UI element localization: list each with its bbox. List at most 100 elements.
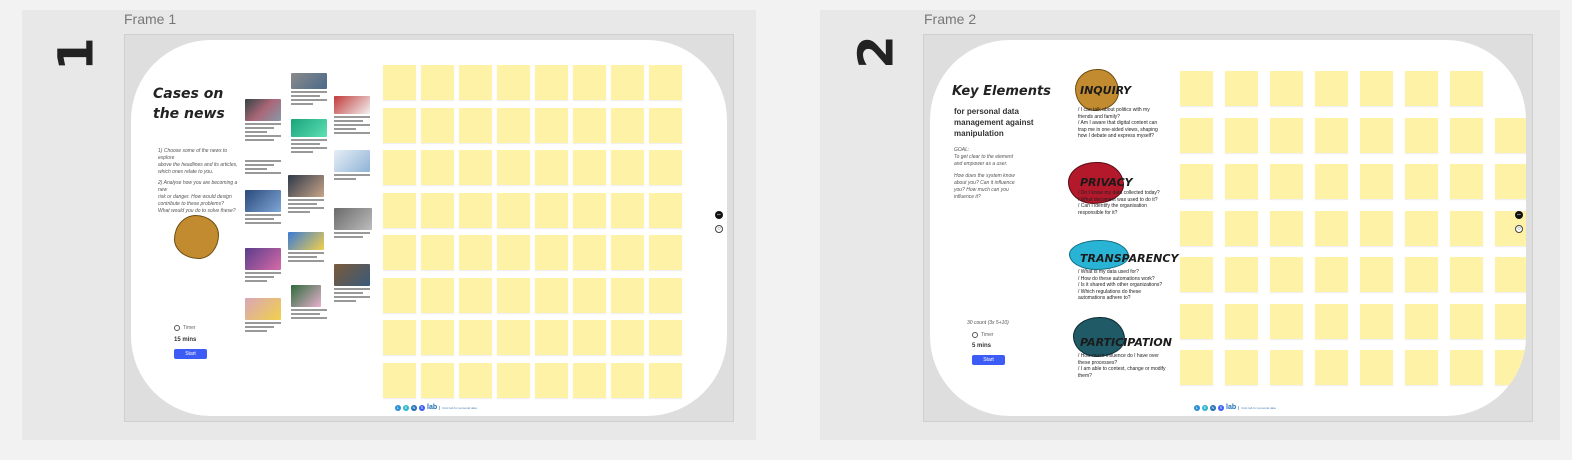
news-card[interactable] xyxy=(288,232,324,262)
sticky-note[interactable] xyxy=(1360,257,1393,292)
sticky-note[interactable] xyxy=(1405,117,1438,153)
sticky-note[interactable] xyxy=(1225,257,1258,292)
sticky-note[interactable] xyxy=(1270,210,1303,246)
sticky-note[interactable] xyxy=(1180,350,1213,385)
sticky-note[interactable] xyxy=(1360,117,1393,153)
sticky-note[interactable] xyxy=(649,277,682,313)
sticky-note[interactable] xyxy=(1315,117,1348,153)
sticky-note[interactable] xyxy=(1495,303,1526,339)
sticky-note[interactable] xyxy=(1225,350,1258,385)
sticky-note[interactable] xyxy=(1180,210,1213,246)
sticky-note[interactable] xyxy=(1405,350,1438,385)
sticky-note[interactable] xyxy=(649,320,682,355)
sticky-note[interactable] xyxy=(1270,257,1303,292)
sticky-note[interactable] xyxy=(573,65,606,100)
news-card[interactable] xyxy=(245,158,281,174)
sticky-note[interactable] xyxy=(1315,350,1348,385)
sticky-note[interactable] xyxy=(573,107,606,143)
sticky-note[interactable] xyxy=(1360,71,1393,106)
sticky-note[interactable] xyxy=(1225,117,1258,153)
sticky-note[interactable] xyxy=(535,192,568,228)
sticky-note[interactable] xyxy=(383,277,416,313)
settings-icon[interactable]: ○ xyxy=(1515,225,1523,233)
sticky-note[interactable] xyxy=(1225,71,1258,106)
sticky-note[interactable] xyxy=(611,150,644,185)
news-card[interactable] xyxy=(245,298,281,332)
sticky-note[interactable] xyxy=(535,362,568,398)
frame-2-label[interactable]: Frame 2 xyxy=(924,11,976,27)
sticky-note[interactable] xyxy=(497,65,530,100)
sticky-note[interactable] xyxy=(383,107,416,143)
sticky-note[interactable] xyxy=(573,192,606,228)
sticky-note[interactable] xyxy=(611,277,644,313)
sticky-note[interactable] xyxy=(459,150,492,185)
sticky-note[interactable] xyxy=(497,150,530,185)
start-button[interactable]: Start xyxy=(174,349,207,359)
sticky-note[interactable] xyxy=(573,320,606,355)
news-card[interactable] xyxy=(334,96,370,134)
sticky-note[interactable] xyxy=(649,107,682,143)
sticky-note[interactable] xyxy=(1315,257,1348,292)
sticky-note[interactable] xyxy=(649,65,682,100)
news-card[interactable] xyxy=(245,190,281,224)
sticky-note[interactable] xyxy=(459,192,492,228)
sticky-note[interactable] xyxy=(1315,71,1348,106)
sticky-note[interactable] xyxy=(1180,303,1213,339)
sticky-note[interactable] xyxy=(649,192,682,228)
sticky-note[interactable] xyxy=(611,362,644,398)
sticky-note[interactable] xyxy=(535,320,568,355)
sticky-note[interactable] xyxy=(459,362,492,398)
sticky-note[interactable] xyxy=(383,65,416,100)
settings-icon[interactable]: ○ xyxy=(715,225,723,233)
sticky-note[interactable] xyxy=(459,277,492,313)
sticky-note[interactable] xyxy=(1360,303,1393,339)
sticky-note[interactable] xyxy=(1495,257,1526,292)
sticky-note[interactable] xyxy=(1360,210,1393,246)
sticky-note[interactable] xyxy=(1405,210,1438,246)
sticky-note[interactable] xyxy=(459,235,492,270)
frame-2[interactable]: Key Elements for personal data managemen… xyxy=(923,34,1533,422)
sticky-note[interactable] xyxy=(1450,71,1483,106)
news-card[interactable] xyxy=(291,285,327,319)
sticky-note[interactable] xyxy=(611,65,644,100)
sticky-note[interactable] xyxy=(573,362,606,398)
sticky-note[interactable] xyxy=(1405,303,1438,339)
sticky-note[interactable] xyxy=(497,235,530,270)
sticky-note[interactable] xyxy=(459,65,492,100)
sticky-note[interactable] xyxy=(535,65,568,100)
sticky-note[interactable] xyxy=(1450,303,1483,339)
sticky-note[interactable] xyxy=(535,150,568,185)
sticky-note[interactable] xyxy=(1495,164,1526,199)
sticky-note[interactable] xyxy=(421,235,454,270)
sticky-note[interactable] xyxy=(421,65,454,100)
news-card[interactable] xyxy=(334,264,370,302)
sticky-note[interactable] xyxy=(421,320,454,355)
sticky-note[interactable] xyxy=(1360,350,1393,385)
sticky-note[interactable] xyxy=(1180,71,1213,106)
sticky-note[interactable] xyxy=(421,192,454,228)
sticky-note[interactable] xyxy=(1405,164,1438,199)
sticky-note[interactable] xyxy=(1495,117,1526,153)
sticky-note[interactable] xyxy=(1270,350,1303,385)
sticky-note[interactable] xyxy=(1180,117,1213,153)
sticky-note[interactable] xyxy=(611,107,644,143)
sticky-note[interactable] xyxy=(1225,303,1258,339)
sticky-note[interactable] xyxy=(611,235,644,270)
news-card[interactable] xyxy=(291,119,327,153)
sticky-note[interactable] xyxy=(421,150,454,185)
sticky-note[interactable] xyxy=(383,362,416,398)
sticky-note[interactable] xyxy=(1270,71,1303,106)
sticky-note[interactable] xyxy=(573,277,606,313)
fit-view-icon[interactable]: ⇔ xyxy=(715,211,723,219)
sticky-note[interactable] xyxy=(1450,210,1483,246)
sticky-note[interactable] xyxy=(573,235,606,270)
sticky-note[interactable] xyxy=(497,362,530,398)
news-card[interactable] xyxy=(291,73,327,105)
sticky-note[interactable] xyxy=(421,277,454,313)
sticky-note[interactable] xyxy=(497,107,530,143)
sticky-note[interactable] xyxy=(611,320,644,355)
sticky-note[interactable] xyxy=(611,192,644,228)
sticky-note[interactable] xyxy=(497,192,530,228)
sticky-note[interactable] xyxy=(535,235,568,270)
sticky-note[interactable] xyxy=(649,150,682,185)
